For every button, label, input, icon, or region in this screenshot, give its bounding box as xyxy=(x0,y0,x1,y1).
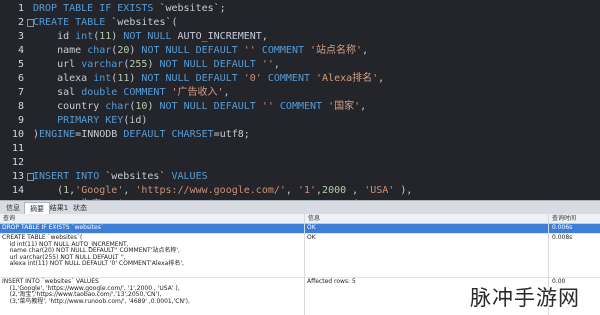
line-number: 13 xyxy=(11,171,24,182)
sql-client-window: 1 DROP TABLE IF EXISTS `websites`; 2 CREATE… xyxy=(0,0,600,315)
code-text: )ENGINE=INNODB DEFAULT CHARSET=utf8; xyxy=(33,129,250,140)
line-number: 2 xyxy=(17,17,24,28)
result-tab-bar: 信息 摘要 结果1 状态 xyxy=(0,200,600,215)
time-cell: 0.006s xyxy=(552,224,573,231)
code-text: PRIMARY KEY(id) xyxy=(57,115,148,126)
tab-status[interactable]: 状态 xyxy=(70,202,90,214)
code-line[interactable]: 4 name char(20) NOT NULL DEFAULT '' COMM… xyxy=(0,44,600,58)
line-number: 1 xyxy=(17,3,24,14)
table-row[interactable]: DROP TABLE IF EXISTS `websites` OK 0.006… xyxy=(0,224,600,234)
query-cell: CREATE TABLE `websites`( id int(11) NOT … xyxy=(2,234,184,268)
code-line[interactable]: 2 CREATE TABLE `websites`( xyxy=(0,16,600,30)
code-text: (1,'Google', 'https://www.google.com/', … xyxy=(33,185,413,196)
line-number: 10 xyxy=(11,129,24,140)
code-line[interactable]: 8 country char(10) NOT NULL DEFAULT '' C… xyxy=(0,100,600,114)
column-divider xyxy=(304,214,305,315)
code-text: country char(10) NOT NULL DEFAULT '' COM… xyxy=(57,101,367,112)
tab-result-1[interactable]: 结果1 xyxy=(48,202,70,214)
line-number: 11 xyxy=(11,143,24,154)
info-cell: OK xyxy=(307,234,316,241)
code-text: alexa int(11) NOT NULL DEFAULT '0' COMME… xyxy=(57,73,385,84)
code-line[interactable]: 12 xyxy=(0,156,600,170)
line-number: 7 xyxy=(17,87,24,98)
time-cell: 0.008s xyxy=(552,234,573,241)
tab-info[interactable]: 信息 xyxy=(2,202,24,214)
column-header-time[interactable]: 查询时间 xyxy=(552,214,576,223)
code-line[interactable]: 14 (1,'Google', 'https://www.google.com/… xyxy=(0,184,600,198)
code-text: CREATE TABLE `websites`( xyxy=(33,17,178,28)
line-number: 12 xyxy=(11,157,24,168)
info-cell: OK xyxy=(307,224,316,231)
line-number: 6 xyxy=(17,73,24,84)
line-number: 9 xyxy=(17,115,24,126)
code-line[interactable]: 11 xyxy=(0,142,600,156)
code-text: sal double COMMENT '广告收入', xyxy=(57,87,230,98)
line-number: 14 xyxy=(11,185,24,196)
code-text: name char(20) NOT NULL DEFAULT '' COMMEN… xyxy=(57,45,369,56)
code-text: id int(11) NOT NULL AUTO_INCREMENT, xyxy=(57,31,268,42)
watermark-text: 脉冲手游网 xyxy=(470,286,580,310)
sql-editor[interactable]: 1 DROP TABLE IF EXISTS `websites`; 2 CREATE… xyxy=(0,0,600,200)
code-line[interactable]: 6 alexa int(11) NOT NULL DEFAULT '0' COM… xyxy=(0,72,600,86)
line-number: 5 xyxy=(17,59,24,70)
table-row[interactable]: CREATE TABLE `websites`( id int(11) NOT … xyxy=(0,234,600,278)
site-watermark-logo: 脉冲手游网 xyxy=(470,282,598,312)
code-line[interactable]: 3 id int(11) NOT NULL AUTO_INCREMENT, xyxy=(0,30,600,44)
code-line[interactable]: 1 DROP TABLE IF EXISTS `websites`; xyxy=(0,2,600,16)
code-text: INSERT INTO `websites` VALUES xyxy=(33,171,208,182)
grid-header: 查询 信息 查询时间 xyxy=(0,214,600,224)
query-cell: INSERT INTO `websites` VALUES (1,'Google… xyxy=(2,278,190,305)
code-line[interactable]: 7 sal double COMMENT '广告收入', xyxy=(0,86,600,100)
line-number: 4 xyxy=(17,45,24,56)
info-cell: Affected rows: 5 xyxy=(307,278,356,285)
code-line[interactable]: 5 url varchar(255) NOT NULL DEFAULT '', xyxy=(0,58,600,72)
code-line[interactable]: 10 )ENGINE=INNODB DEFAULT CHARSET=utf8; xyxy=(0,128,600,142)
code-line[interactable]: 9 PRIMARY KEY(id) xyxy=(0,114,600,128)
code-text: DROP TABLE IF EXISTS `websites`; xyxy=(33,3,226,14)
code-line[interactable]: 13 INSERT INTO `websites` VALUES xyxy=(0,170,600,184)
column-header-info[interactable]: 信息 xyxy=(308,214,320,223)
code-text: url varchar(255) NOT NULL DEFAULT '', xyxy=(57,59,280,70)
column-header-query[interactable]: 查询 xyxy=(3,214,15,223)
line-number: 3 xyxy=(17,31,24,42)
line-number: 8 xyxy=(17,101,24,112)
query-cell: DROP TABLE IF EXISTS `websites` xyxy=(2,224,104,231)
